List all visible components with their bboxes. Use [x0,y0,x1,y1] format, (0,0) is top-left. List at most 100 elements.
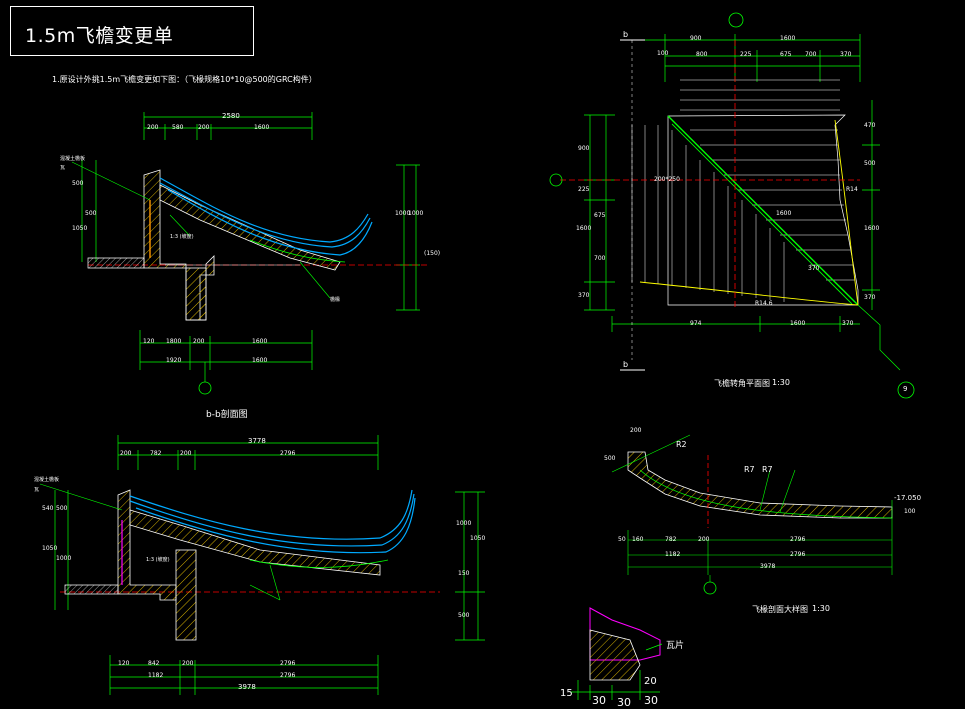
plan-axis-label: 9 [903,385,908,393]
tile-dim-3: 30 [617,696,631,709]
bb-label-2: 瓦 [60,165,66,171]
corner-plan [549,12,915,399]
bb-bdim-2: 1800 [166,338,182,345]
detail-radius-2: R7 [744,465,755,474]
plan-section-mark-bottom: b [623,360,629,369]
detail-bdim-1: 50 [618,536,626,543]
detail-bdim-8: 3978 [760,563,776,570]
main-rdim-3: 150 [458,570,470,577]
plan-tdim-2: 1600 [780,35,796,42]
plan-label-5: 370 [808,265,820,272]
plan-ldim-3: 675 [594,212,606,219]
plan-label-2: R14 [846,186,858,193]
plan-label-3: R14.6 [755,300,773,307]
main-dim-3: 200 [180,450,192,457]
main-rdim-4: 500 [458,612,470,619]
bb-bdim-4: 1600 [252,338,268,345]
plan-bdim-2: 1600 [790,320,806,327]
detail-tdim-1: 200 [630,427,642,434]
main-dim-4: 2796 [280,450,296,457]
plan-ldim-1: 900 [578,145,590,152]
plan-tdim-8: 370 [840,51,852,58]
detail-radius-3: R7 [762,465,773,474]
main-ldim-3: 1050 [42,545,58,552]
detail-elevation: -17.050 [894,494,922,502]
main-bdim-2: 842 [148,660,160,667]
plan-tdim-5: 225 [740,51,752,58]
detail-bdim-6: 1182 [665,551,681,558]
bb-label-4: 檐椽 [330,297,341,303]
plan-tdim-3: 100 [657,50,669,57]
bb-label-3: 1:3 (坡度) [170,234,194,240]
detail-radius-1: R2 [676,440,687,449]
main-ldim-2: 500 [56,505,68,512]
tile-dim-5: 30 [644,694,658,707]
main-bdim-7: 3978 [238,683,256,691]
plan-scale: 1:30 [772,378,790,387]
bb-dim-2: 580 [172,124,184,131]
main-bdim-1: 120 [118,660,130,667]
plan-ldim-2: 225 [578,186,590,193]
tile-dim-1: 15 [560,688,573,699]
plan-tdim-4: 800 [696,51,708,58]
bb-bdim-6: 1600 [252,357,268,364]
bb-ldim-1: 500 [72,180,84,187]
tile-dim-2: 30 [592,694,606,707]
plan-rdim-4: 370 [864,294,876,301]
plan-ldim-4: 1600 [576,225,592,232]
detail-bdim-5: 2796 [790,536,806,543]
bb-bdim-3: 200 [193,338,205,345]
main-label-3: 1:3 (坡度) [146,557,170,563]
plan-rdim-2: 500 [864,160,876,167]
bb-bdim-1: 120 [143,338,155,345]
bb-ldim-2: 1050 [72,225,88,232]
plan-bdim-3: 370 [842,320,854,327]
main-label-2: 瓦 [34,487,40,493]
bb-bdim-5: 1920 [166,357,182,364]
main-rdim-2: 1050 [470,535,486,542]
section-main [39,435,485,695]
bb-dim-total: 2580 [222,112,240,120]
tile-label: 瓦片 [666,641,685,651]
detail-bdim-7: 2796 [790,551,806,558]
detail-tdim-2: 500 [604,455,616,462]
detail-bdim-3: 782 [665,536,677,543]
plan-ldim-6: 370 [578,292,590,299]
main-label-1: 混凝土檐板 [34,477,60,483]
bb-dim-4: 1600 [254,124,270,131]
plan-label-1: 200*250 [654,176,680,183]
main-bdim-4: 2796 [280,660,296,667]
main-dim-total: 3778 [248,437,266,445]
rafter-detail [611,434,893,595]
bb-rdim-2: 1000 [408,210,424,217]
main-ldim-1: 540 [42,505,54,512]
plan-tdim-1: 900 [690,35,702,42]
plan-tdim-6: 675 [780,51,792,58]
main-ldim-4: 1000 [56,555,72,562]
detail-bdim-4: 200 [698,536,710,543]
plan-section-mark-top: b [623,30,629,39]
bb-dim-3: 200 [198,124,210,131]
section-bb [71,112,430,395]
cad-drawing-canvas [39,12,915,700]
main-dim-1: 200 [120,450,132,457]
plan-caption: 飞檐转角平面图 [714,379,770,388]
section-bb-caption: b-b剖面图 [206,410,248,420]
bb-label-1: 混凝土檐板 [60,156,86,162]
detail-bdim-2: 160 [632,536,644,543]
main-bdim-5: 1182 [148,672,164,679]
plan-bdim-1: 974 [690,320,702,327]
plan-rdim-3: 1600 [864,225,880,232]
plan-rdim-1: 470 [864,122,876,129]
plan-ldim-5: 700 [594,255,606,262]
detail-thickness: 100 [904,508,916,515]
main-rdim-1: 1000 [456,520,472,527]
bb-ldim-3: 500 [85,210,97,217]
plan-tdim-7: 700 [805,51,817,58]
tile-dim-4: 20 [644,676,657,687]
bb-rdim-3: (150) [424,250,441,257]
main-bdim-3: 200 [182,660,194,667]
detail-caption: 飞椽剖面大样图 [752,605,808,614]
bb-dim-1: 200 [147,124,159,131]
main-dim-2: 782 [150,450,162,457]
